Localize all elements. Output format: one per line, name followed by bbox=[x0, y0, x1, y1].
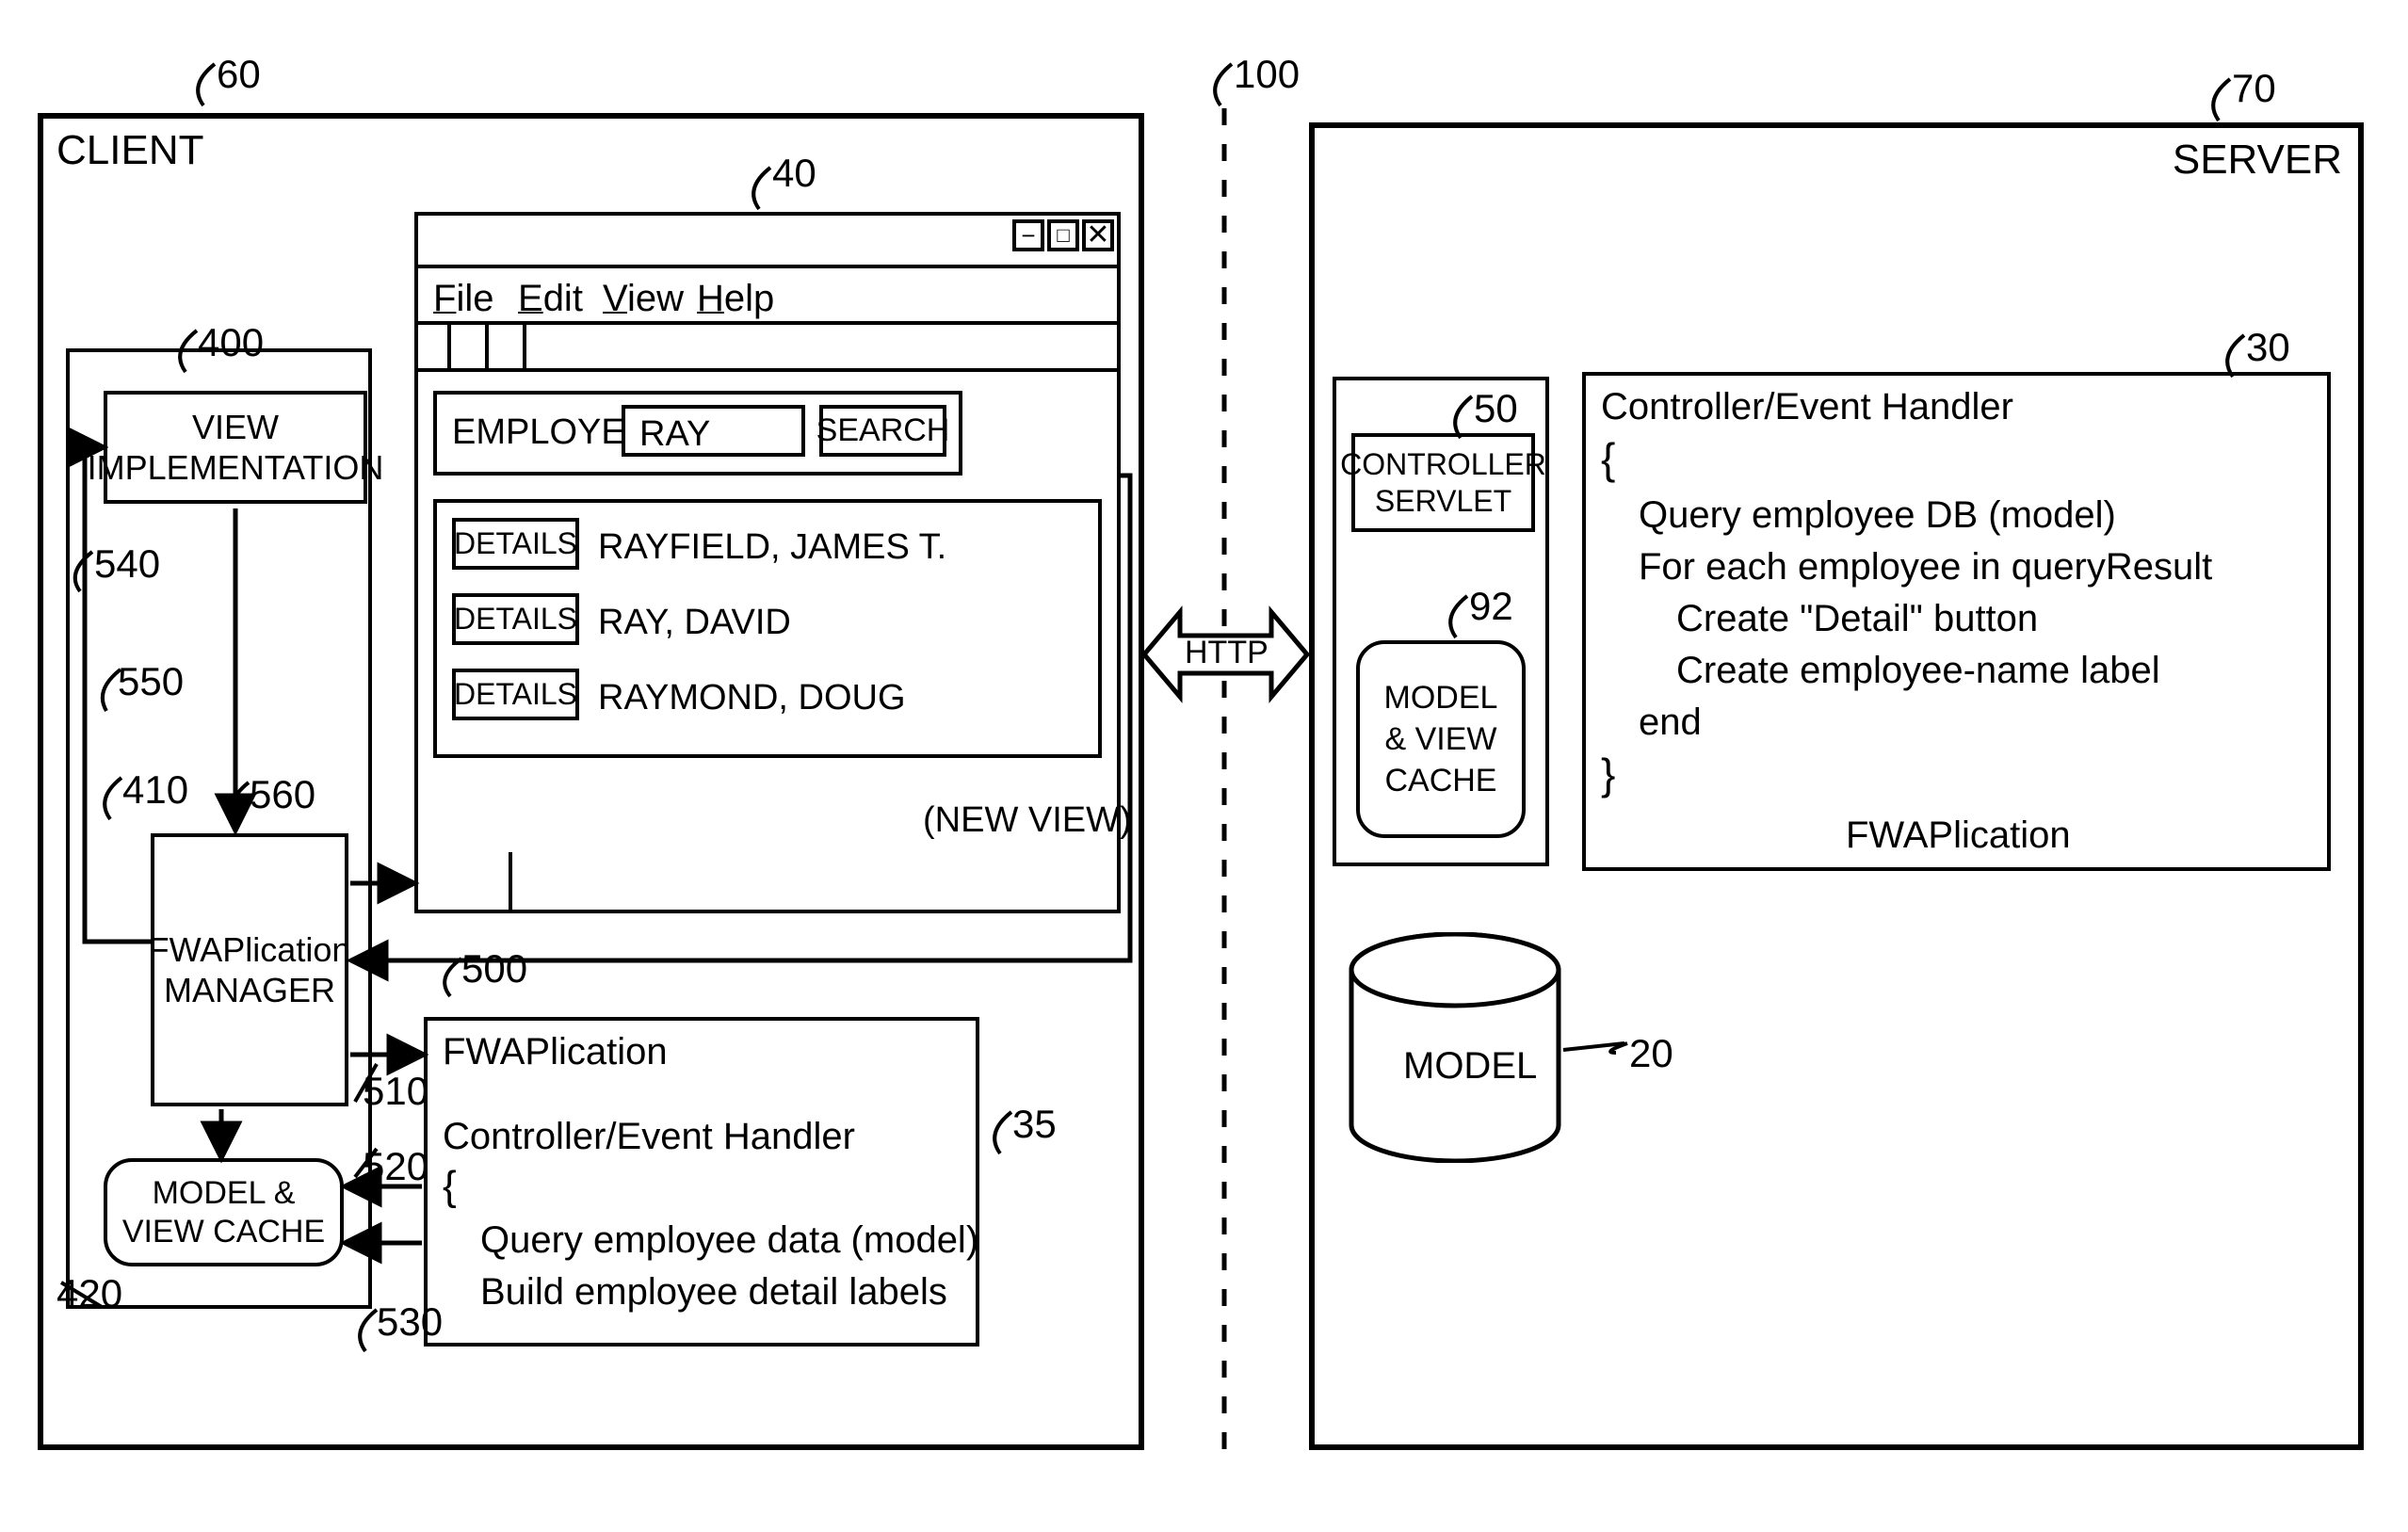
ref-30: 30 bbox=[2246, 325, 2290, 370]
ref-70: 70 bbox=[2232, 66, 2276, 111]
menu-view[interactable]: View bbox=[603, 278, 684, 320]
result-name-1: RAYFIELD, JAMES T. bbox=[598, 527, 946, 568]
ref-510: 510 bbox=[363, 1069, 428, 1114]
ref-40: 40 bbox=[772, 151, 816, 196]
menu-file[interactable]: File bbox=[433, 278, 493, 320]
client-fwapp-line1: Query employee data (model) bbox=[480, 1219, 978, 1262]
details-button-3-label: DETAILS bbox=[454, 677, 577, 712]
details-button-1[interactable]: DETAILS bbox=[452, 518, 579, 570]
controller-servlet-label: CONTROLLER SERVLET bbox=[1340, 446, 1546, 519]
client-fwapp-subtitle: Controller/Event Handler bbox=[443, 1116, 855, 1158]
details-button-1-label: DETAILS bbox=[454, 526, 577, 561]
search-button-label: SEARCH bbox=[816, 412, 950, 449]
ref-500: 500 bbox=[461, 946, 527, 992]
details-button-3[interactable]: DETAILS bbox=[452, 669, 579, 720]
details-button-2-label: DETAILS bbox=[454, 602, 577, 637]
server-title: SERVER bbox=[2173, 137, 2342, 184]
window-statusbar bbox=[414, 852, 1121, 913]
ref-520: 520 bbox=[363, 1144, 428, 1189]
fwaplication-manager-box: FWAPlication MANAGER bbox=[151, 833, 348, 1106]
client-fwapp-line2: Build employee detail labels bbox=[480, 1271, 947, 1314]
ref-420: 420 bbox=[57, 1271, 122, 1316]
ref-100: 100 bbox=[1234, 52, 1300, 97]
seh-line2: For each employee in queryResult bbox=[1639, 546, 2212, 589]
menu-edit[interactable]: Edit bbox=[518, 278, 583, 320]
ref-35: 35 bbox=[1012, 1102, 1057, 1147]
seh-line3: Create "Detail" button bbox=[1676, 598, 2038, 640]
employee-input[interactable]: RAY bbox=[622, 405, 805, 457]
ref-410: 410 bbox=[122, 767, 188, 813]
seh-brace-open: { bbox=[1601, 433, 1615, 484]
minimize-icon: − bbox=[1021, 221, 1035, 250]
http-label: HTTP bbox=[1185, 635, 1269, 671]
ref-550: 550 bbox=[118, 659, 184, 704]
ref-530: 530 bbox=[377, 1299, 443, 1345]
ref-540: 540 bbox=[94, 541, 160, 587]
maximize-icon: □ bbox=[1057, 223, 1069, 248]
seh-footer: FWAPlication bbox=[1846, 814, 2071, 857]
view-implementation-box: VIEW IMPLEMENTATION bbox=[104, 391, 367, 504]
window-minimize-button[interactable]: − bbox=[1012, 219, 1044, 251]
view-implementation-label: VIEW IMPLEMENTATION bbox=[88, 407, 384, 488]
seh-line5: end bbox=[1639, 701, 1702, 744]
employee-label: EMPLOYEE bbox=[452, 412, 649, 453]
toolbar bbox=[414, 325, 1121, 372]
employee-input-value: RAY bbox=[639, 414, 816, 455]
client-fwapp-brace: { bbox=[443, 1163, 457, 1210]
ref-60: 60 bbox=[217, 52, 261, 97]
model-label: MODEL bbox=[1403, 1045, 1537, 1088]
window-close-button[interactable]: ✕ bbox=[1082, 219, 1114, 251]
search-button[interactable]: SEARCH bbox=[819, 405, 946, 457]
result-name-2: RAY, DAVID bbox=[598, 603, 791, 643]
server-mvcache-label: MODEL & VIEW CACHE bbox=[1384, 677, 1498, 802]
ref-50: 50 bbox=[1474, 386, 1518, 431]
ref-92: 92 bbox=[1469, 584, 1513, 629]
seh-line1: Query employee DB (model) bbox=[1639, 494, 2116, 537]
seh-brace-close: } bbox=[1601, 749, 1615, 799]
client-title: CLIENT bbox=[57, 127, 203, 174]
close-icon: ✕ bbox=[1086, 224, 1109, 247]
ref-400: 400 bbox=[198, 320, 264, 365]
server-model-view-cache: MODEL & VIEW CACHE bbox=[1356, 640, 1526, 838]
fwaplication-manager-label: FWAPlication MANAGER bbox=[149, 929, 351, 1010]
client-fwapp-title: FWAPlication bbox=[443, 1031, 668, 1073]
ref-560: 560 bbox=[250, 772, 315, 817]
details-button-2[interactable]: DETAILS bbox=[452, 593, 579, 645]
ref-20: 20 bbox=[1629, 1031, 1673, 1076]
window-maximize-button[interactable]: □ bbox=[1047, 219, 1079, 251]
result-name-3: RAYMOND, DOUG bbox=[598, 678, 906, 718]
new-view-label: (NEW VIEW) bbox=[923, 800, 1132, 841]
controller-servlet-box: CONTROLLER SERVLET bbox=[1351, 433, 1535, 532]
menu-help[interactable]: Help bbox=[697, 278, 774, 320]
seh-line4: Create employee-name label bbox=[1676, 650, 2160, 692]
client-model-view-cache: MODEL & VIEW CACHE bbox=[104, 1158, 344, 1266]
client-mvcache-label: MODEL & VIEW CACHE bbox=[122, 1174, 325, 1251]
seh-title: Controller/Event Handler bbox=[1601, 386, 2013, 428]
